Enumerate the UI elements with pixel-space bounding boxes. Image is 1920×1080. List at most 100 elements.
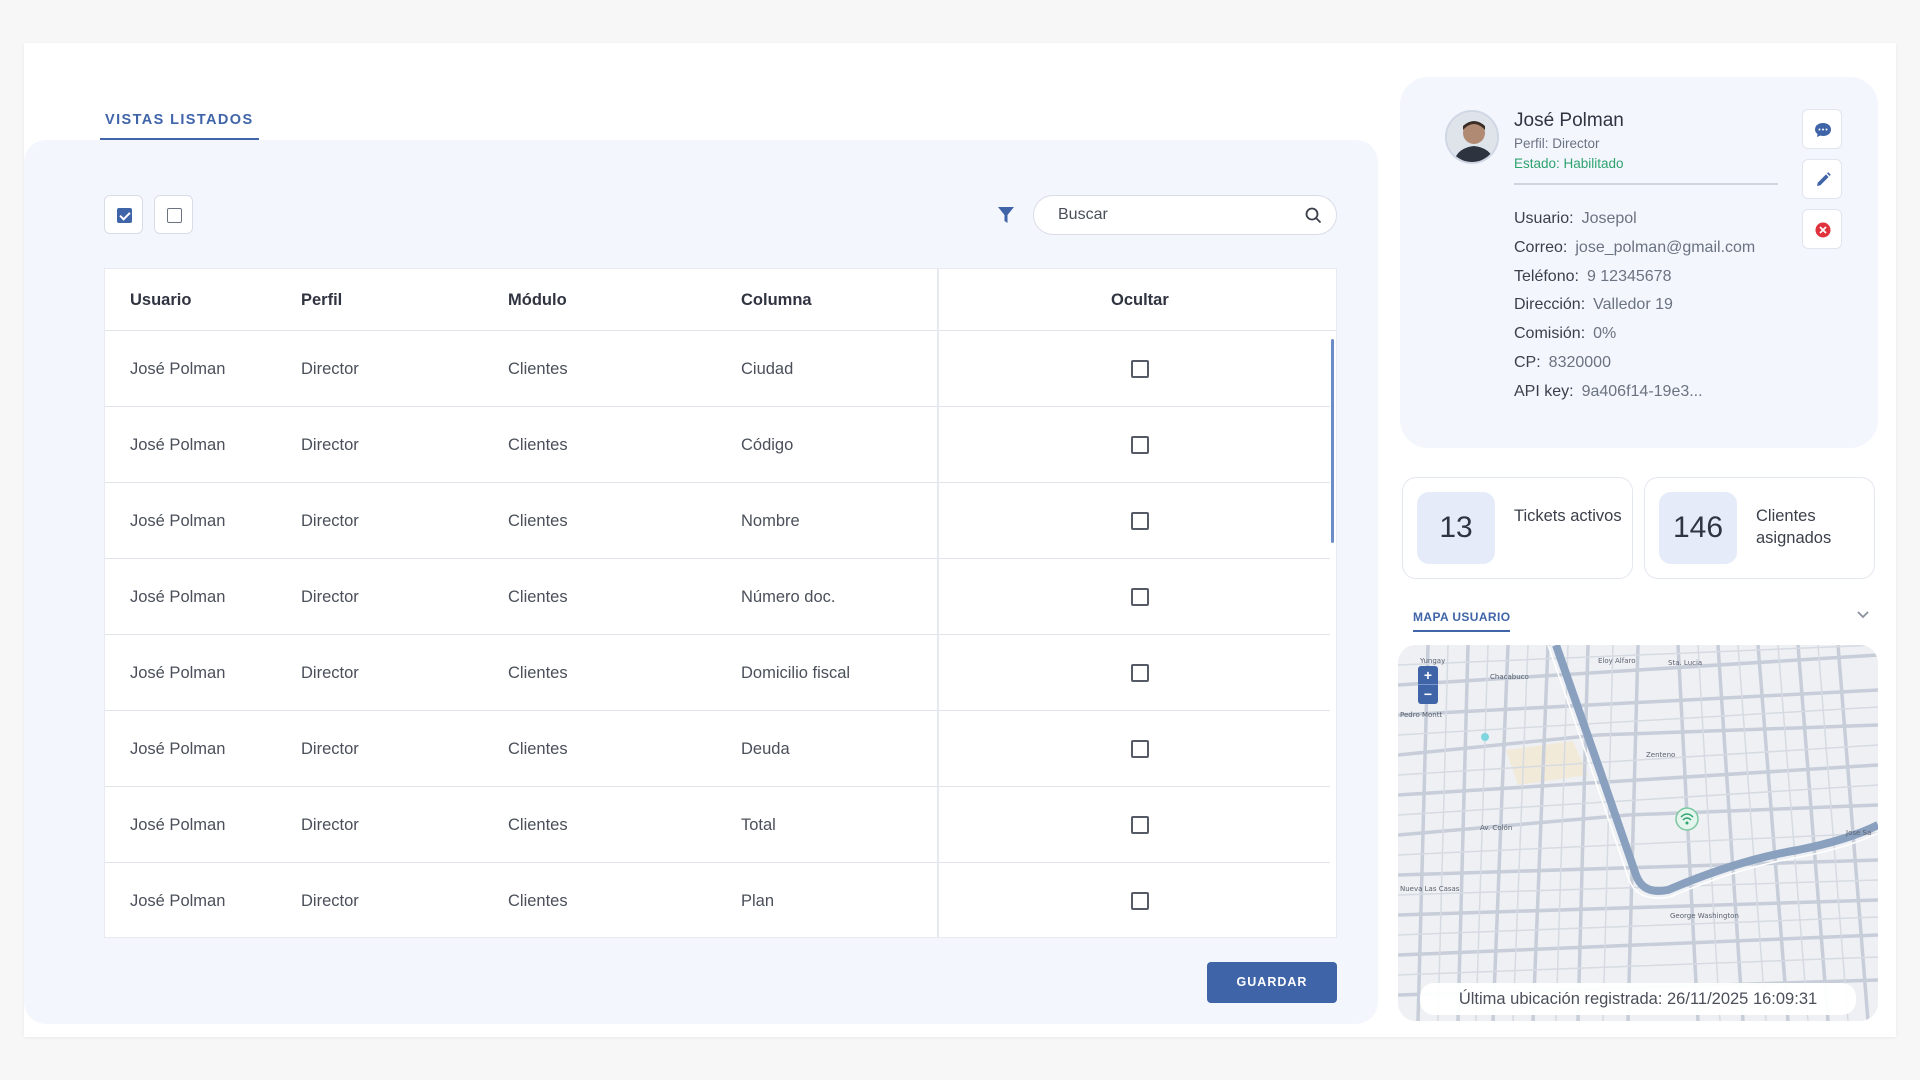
cell-usuario: José Polman bbox=[130, 360, 226, 378]
table-row: José Polman Director Clientes Domicilio fis… bbox=[105, 635, 1330, 711]
col-perfil[interactable]: Perfil bbox=[301, 269, 342, 331]
cell-columna: Nombre bbox=[741, 512, 800, 530]
svg-text:George Washington: George Washington bbox=[1670, 912, 1739, 920]
chat-icon bbox=[1815, 123, 1831, 137]
cell-perfil: Director bbox=[301, 512, 359, 530]
map-streets: Yungay Chacabuco Eloy Alfaro Sta. Lucia … bbox=[1398, 645, 1878, 1021]
search-input[interactable] bbox=[1058, 196, 1288, 234]
profile-divider bbox=[1514, 183, 1778, 185]
message-button[interactable] bbox=[1802, 109, 1842, 149]
table-row: José Polman Director Clientes Número doc. bbox=[105, 559, 1330, 635]
tab-vistas-listados[interactable]: VISTAS LISTADOS bbox=[100, 97, 259, 140]
profile-status: Estado: Habilitado bbox=[1514, 156, 1624, 171]
ocultar-checkbox[interactable] bbox=[1131, 892, 1149, 910]
cell-columna: Domicilio fiscal bbox=[741, 664, 851, 682]
cell-usuario: José Polman bbox=[130, 816, 226, 834]
stat-label: Tickets activos bbox=[1514, 507, 1622, 525]
ocultar-checkbox[interactable] bbox=[1131, 512, 1149, 530]
chevron-down-icon[interactable] bbox=[1856, 610, 1870, 620]
cell-columna: Código bbox=[741, 436, 794, 454]
user-map[interactable]: Yungay Chacabuco Eloy Alfaro Sta. Lucia … bbox=[1398, 645, 1878, 1021]
table-header: Usuario Perfil Módulo Columna Ocultar bbox=[105, 269, 1336, 331]
disable-button[interactable] bbox=[1802, 209, 1842, 249]
cell-perfil: Director bbox=[301, 588, 359, 606]
tab-mapa-usuario[interactable]: MAPA USUARIO bbox=[1413, 608, 1511, 632]
info-telefono: Teléfono: 9 12345678 bbox=[1514, 268, 1672, 285]
map-tab-label: MAPA USUARIO bbox=[1413, 610, 1511, 624]
svg-text:Jose Sa: Jose Sa bbox=[1845, 829, 1871, 837]
cell-usuario: José Polman bbox=[130, 664, 226, 682]
info-usuario: Usuario: Josepol bbox=[1514, 210, 1637, 227]
col-modulo[interactable]: Módulo bbox=[508, 269, 567, 331]
cell-usuario: José Polman bbox=[130, 588, 226, 606]
cell-columna: Ciudad bbox=[741, 360, 794, 378]
select-all-checked-button[interactable] bbox=[104, 195, 143, 234]
cell-modulo: Clientes bbox=[508, 512, 568, 530]
cell-modulo: Clientes bbox=[508, 588, 568, 606]
table-row: José Polman Director Clientes Deuda bbox=[105, 711, 1330, 787]
ocultar-checkbox[interactable] bbox=[1131, 436, 1149, 454]
cell-columna: Número doc. bbox=[741, 588, 836, 606]
info-correo: Correo: jose_polman@gmail.com bbox=[1514, 239, 1756, 256]
table-row: José Polman Director Clientes Total bbox=[105, 787, 1330, 863]
info-api-key: API key: 9a406f14-19e3... bbox=[1514, 383, 1703, 400]
cell-modulo: Clientes bbox=[508, 436, 568, 454]
ocultar-checkbox[interactable] bbox=[1131, 588, 1149, 606]
table-row: José Polman Director Clientes Ciudad bbox=[105, 331, 1330, 407]
cell-usuario: José Polman bbox=[130, 512, 226, 530]
stat-clientes: 146 Clientes asignados bbox=[1644, 477, 1875, 579]
info-cp: CP: 8320000 bbox=[1514, 354, 1611, 371]
pencil-icon bbox=[1817, 172, 1831, 186]
checked-box-icon bbox=[117, 208, 132, 223]
empty-box-icon bbox=[167, 208, 182, 223]
cell-usuario: José Polman bbox=[130, 436, 226, 454]
edit-button[interactable] bbox=[1802, 159, 1842, 199]
cell-perfil: Director bbox=[301, 740, 359, 758]
info-direccion: Dirección: Valledor 19 bbox=[1514, 296, 1673, 313]
table-scrollbar[interactable] bbox=[1331, 339, 1334, 543]
stat-value: 146 bbox=[1659, 492, 1737, 564]
cell-columna: Deuda bbox=[741, 740, 790, 758]
stat-tickets: 13 Tickets activos bbox=[1402, 477, 1633, 579]
ocultar-checkbox[interactable] bbox=[1131, 816, 1149, 834]
ocultar-checkbox[interactable] bbox=[1131, 664, 1149, 682]
map-last-location: Última ubicación registrada: 26/11/2025 … bbox=[1420, 983, 1856, 1015]
save-button[interactable]: GUARDAR bbox=[1207, 962, 1337, 1003]
stat-label: Clientes asignados bbox=[1756, 507, 1832, 547]
profile-role: Perfil: Director bbox=[1514, 136, 1600, 151]
svg-text:Av. Colón: Av. Colón bbox=[1480, 824, 1512, 832]
col-columna[interactable]: Columna bbox=[741, 269, 812, 331]
profile-name: José Polman bbox=[1514, 110, 1624, 131]
search-icon[interactable] bbox=[1305, 207, 1322, 224]
ocultar-checkbox[interactable] bbox=[1131, 360, 1149, 378]
cell-modulo: Clientes bbox=[508, 892, 568, 910]
cell-perfil: Director bbox=[301, 816, 359, 834]
table-row: José Polman Director Clientes Código bbox=[105, 407, 1330, 483]
select-none-button[interactable] bbox=[154, 195, 193, 234]
cell-perfil: Director bbox=[301, 360, 359, 378]
svg-text:Pedro Montt: Pedro Montt bbox=[1400, 711, 1442, 719]
filter-icon[interactable] bbox=[996, 204, 1016, 226]
ocultar-checkbox[interactable] bbox=[1131, 740, 1149, 758]
zoom-in-button[interactable]: + bbox=[1418, 666, 1438, 685]
cell-modulo: Clientes bbox=[508, 740, 568, 758]
cell-perfil: Director bbox=[301, 664, 359, 682]
cell-columna: Plan bbox=[741, 892, 775, 910]
cell-usuario: José Polman bbox=[130, 740, 226, 758]
stat-value: 13 bbox=[1417, 492, 1495, 564]
info-comision: Comisión: 0% bbox=[1514, 325, 1617, 342]
table-row: José Polman Director Clientes Nombre bbox=[105, 483, 1330, 559]
cell-perfil: Director bbox=[301, 892, 359, 910]
col-ocultar[interactable]: Ocultar bbox=[1111, 269, 1169, 331]
svg-text:Nueva Las Casas: Nueva Las Casas bbox=[1400, 885, 1460, 893]
tab-label: VISTAS LISTADOS bbox=[105, 112, 254, 128]
table-row: José Polman Director Clientes Plan bbox=[105, 863, 1330, 937]
cell-modulo: Clientes bbox=[508, 816, 568, 834]
col-usuario[interactable]: Usuario bbox=[130, 269, 191, 331]
svg-text:Zenteno: Zenteno bbox=[1646, 751, 1675, 759]
svg-text:Yungay: Yungay bbox=[1419, 657, 1445, 665]
search-box bbox=[1033, 195, 1337, 235]
svg-text:Sta. Lucia: Sta. Lucia bbox=[1668, 659, 1702, 667]
cell-usuario: José Polman bbox=[130, 892, 226, 910]
zoom-out-button[interactable]: − bbox=[1418, 685, 1438, 704]
